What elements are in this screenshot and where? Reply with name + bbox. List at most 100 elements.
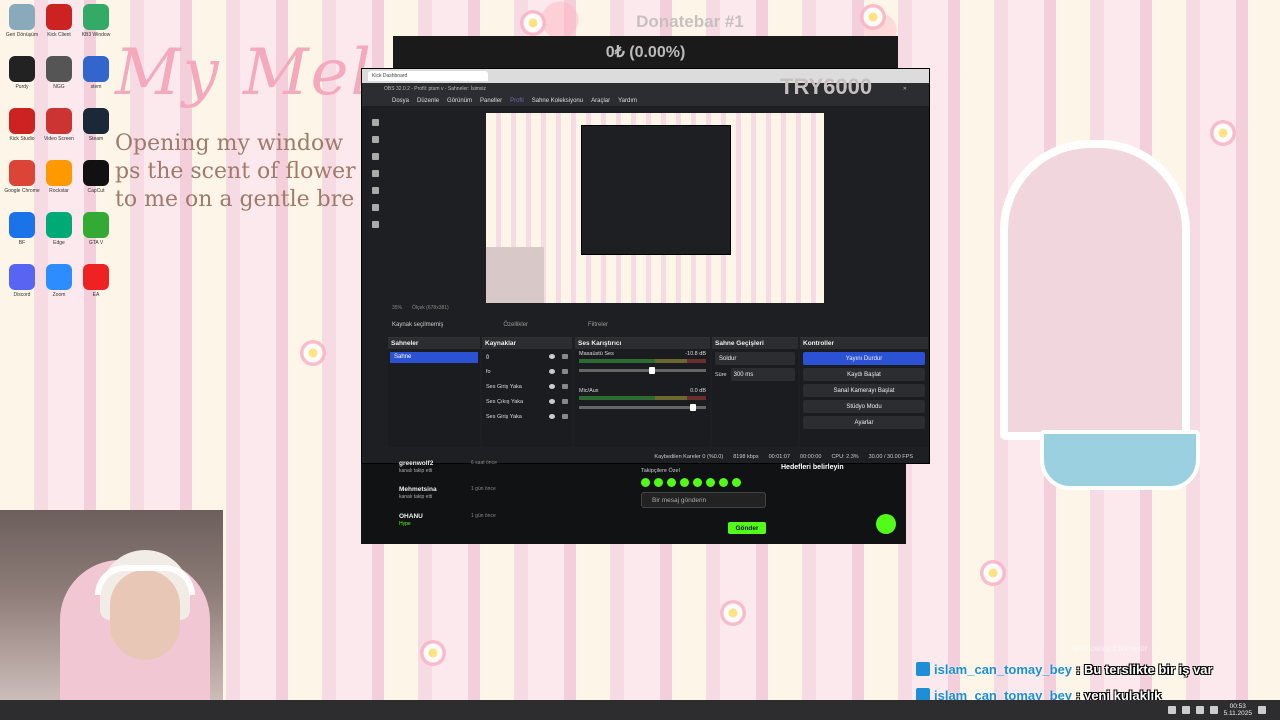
desktop-icon[interactable]: Google Chrome bbox=[2, 160, 42, 194]
menu-gorunum[interactable]: Görünüm bbox=[447, 98, 472, 104]
eye-icon[interactable] bbox=[549, 414, 555, 419]
desktop-icon[interactable]: EA bbox=[76, 264, 116, 298]
app-icon bbox=[9, 160, 35, 186]
chat-icon[interactable] bbox=[371, 153, 379, 160]
app-icon bbox=[83, 264, 109, 290]
audio-mixer-dock: Ses Karıştırıcı Masaüstü Ses -10.8 dB Mic… bbox=[575, 337, 710, 447]
headset-icon[interactable] bbox=[876, 514, 896, 534]
duration-input[interactable]: 300 ms bbox=[730, 368, 795, 381]
notification-icon[interactable] bbox=[1258, 706, 1266, 714]
eye-icon[interactable] bbox=[549, 384, 555, 389]
close-icon[interactable]: ✕ bbox=[903, 86, 907, 92]
window-illustration bbox=[1000, 140, 1190, 440]
emote-icon[interactable] bbox=[680, 478, 689, 487]
chat-message-input[interactable]: Bir mesaj gönderin bbox=[641, 492, 766, 508]
menu-dosya[interactable]: Dosya bbox=[392, 98, 409, 104]
source-item[interactable]: ğ bbox=[482, 349, 572, 364]
zoom-level[interactable]: 35% bbox=[392, 305, 402, 311]
volume-icon[interactable] bbox=[1195, 706, 1204, 714]
emote-icon[interactable] bbox=[641, 478, 650, 487]
obs-left-rail bbox=[366, 119, 384, 228]
settings-button[interactable]: Ayarlar bbox=[803, 416, 925, 429]
desktop-icon[interactable]: KB3 Window bbox=[76, 4, 116, 38]
desktop-icon[interactable]: Video Screen bbox=[39, 108, 79, 142]
lock-icon[interactable] bbox=[562, 384, 568, 389]
users-icon[interactable] bbox=[371, 204, 379, 211]
stop-stream-button[interactable]: Yayını Durdur bbox=[803, 352, 925, 365]
emote-icon[interactable] bbox=[654, 478, 663, 487]
lock-icon[interactable] bbox=[562, 399, 568, 404]
eye-icon[interactable] bbox=[549, 369, 555, 374]
browser-tab[interactable]: Kick Dashboard bbox=[368, 71, 488, 81]
obs-preview[interactable] bbox=[486, 113, 824, 303]
desktop-icon[interactable]: BF bbox=[2, 212, 42, 246]
emote-icon[interactable] bbox=[706, 478, 715, 487]
source-item[interactable]: fo bbox=[482, 364, 572, 379]
menu-araclar[interactable]: Araçlar bbox=[591, 98, 610, 104]
stream-icon[interactable] bbox=[371, 136, 379, 143]
lock-icon[interactable] bbox=[562, 354, 568, 359]
desktop-icon[interactable]: GTA V bbox=[76, 212, 116, 246]
battery-icon[interactable] bbox=[1209, 706, 1218, 714]
app-icon bbox=[46, 108, 72, 134]
menu-sahne-koleksiyonu[interactable]: Sahne Koleksiyonu bbox=[532, 98, 583, 104]
menu-profil[interactable]: Profil bbox=[510, 98, 524, 104]
volume-fader[interactable] bbox=[579, 367, 706, 374]
set-goals-link[interactable]: Hedefleri belirleyin bbox=[781, 464, 844, 471]
desktop-icon[interactable]: CapCut bbox=[76, 160, 116, 194]
volume-fader[interactable] bbox=[579, 404, 706, 411]
bug-icon[interactable] bbox=[371, 187, 379, 194]
emote-icon[interactable] bbox=[732, 478, 741, 487]
eye-icon[interactable] bbox=[549, 399, 555, 404]
desktop-icon[interactable]: Kick Studio bbox=[2, 108, 42, 142]
eye-icon[interactable] bbox=[549, 354, 555, 359]
source-item[interactable]: Ses Giriş Yaka bbox=[482, 379, 572, 394]
transition-select[interactable]: Soldur bbox=[715, 352, 795, 365]
desktop-icon[interactable]: Kick Client bbox=[39, 4, 79, 38]
menu-yardim[interactable]: Yardım bbox=[618, 98, 637, 104]
send-button[interactable]: Gönder bbox=[728, 522, 766, 534]
desktop-icon-label: stem bbox=[90, 84, 102, 90]
desktop-icon-label: Rockstar bbox=[49, 188, 69, 194]
gear-icon[interactable] bbox=[371, 221, 379, 228]
start-recording-button[interactable]: Kaydı Başlat bbox=[803, 368, 925, 381]
filters-button[interactable]: Filtreler bbox=[588, 322, 608, 328]
emote-row bbox=[641, 478, 766, 487]
emote-icon[interactable] bbox=[693, 478, 702, 487]
source-item[interactable]: Ses Çıkış Yaka bbox=[482, 394, 572, 409]
desktop-icon[interactable]: Discord bbox=[2, 264, 42, 298]
mixer-channel: Mic/Aux 0.0 dB bbox=[575, 386, 710, 411]
clock[interactable]: 00:53 5.11.2025 bbox=[1224, 703, 1252, 717]
desktop-icon[interactable]: Rockstar bbox=[39, 160, 79, 194]
webcam-feed bbox=[0, 510, 223, 720]
wallpaper-title: My Mel bbox=[115, 36, 373, 110]
source-item[interactable]: Ses Giriş Yaka bbox=[482, 409, 572, 424]
desktop-icon[interactable]: Geri Dönüşüm bbox=[2, 4, 42, 38]
no-source-selected: Kaynak seçilmemiş bbox=[392, 322, 444, 328]
app-icon bbox=[46, 4, 72, 30]
trophy-icon[interactable] bbox=[371, 170, 379, 177]
wifi-icon[interactable] bbox=[1181, 706, 1190, 714]
scene-item[interactable]: Sahne bbox=[390, 352, 478, 363]
lock-icon[interactable] bbox=[562, 414, 568, 419]
desktop-icon[interactable]: Purdy bbox=[2, 56, 42, 90]
chevron-up-icon[interactable] bbox=[1167, 706, 1176, 714]
menu-icon[interactable] bbox=[371, 119, 379, 126]
desktop-icon[interactable]: Edge bbox=[39, 212, 79, 246]
desktop-icon-label: Discord bbox=[13, 292, 31, 298]
chat-message: islam_can_tomay_bey : Bu terslikte bir i… bbox=[916, 656, 1213, 682]
desktop-icon[interactable]: Zoom bbox=[39, 264, 79, 298]
studio-mode-button[interactable]: Stüdyo Modu bbox=[803, 400, 925, 413]
preview-zoom-row: 35% Ölçek (678x381) bbox=[392, 305, 449, 311]
menu-paneller[interactable]: Paneller bbox=[480, 98, 502, 104]
properties-button[interactable]: Özellikler bbox=[503, 322, 528, 328]
emote-icon[interactable] bbox=[719, 478, 728, 487]
app-icon bbox=[83, 160, 109, 186]
lock-icon[interactable] bbox=[562, 369, 568, 374]
start-virtual-camera-button[interactable]: Sanal Kamerayı Başlat bbox=[803, 384, 925, 397]
desktop-icon[interactable]: NGG bbox=[39, 56, 79, 90]
emote-icon[interactable] bbox=[667, 478, 676, 487]
desktop-icon[interactable]: stem bbox=[76, 56, 116, 90]
desktop-icon[interactable]: Steam bbox=[76, 108, 116, 142]
menu-duzenle[interactable]: Düzenle bbox=[417, 98, 439, 104]
